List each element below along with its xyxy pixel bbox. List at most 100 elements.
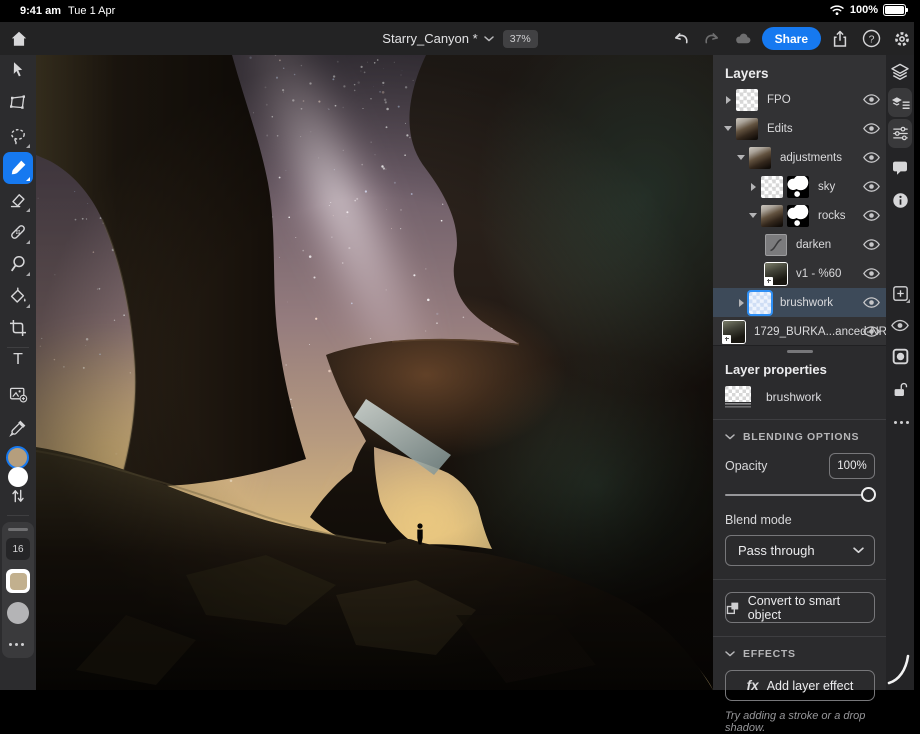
canvas[interactable] [36, 55, 713, 690]
panel-switcher-strip [886, 55, 914, 690]
smart-object-thumbnail [723, 321, 745, 343]
layers-panel-title: Layers [713, 55, 886, 85]
battery-icon [883, 4, 906, 16]
status-bar: 9:41 am Tue 1 Apr 100% [0, 0, 920, 22]
blending-options-header[interactable]: BLENDING OPTIONS [725, 431, 886, 443]
smart-object-icon [726, 601, 740, 615]
eraser-tool[interactable] [3, 185, 33, 215]
date: Tue 1 Apr [68, 5, 115, 17]
add-layer-effect-button[interactable]: fx Add layer effect [725, 670, 875, 701]
layer-row[interactable]: FPO [713, 85, 886, 114]
layer-properties-panel-button[interactable] [888, 88, 912, 117]
more-layer-options-button[interactable] [894, 421, 909, 424]
disclosure-icon[interactable] [723, 96, 733, 104]
blend-mode-label: Blend mode [725, 513, 886, 527]
add-layer-button[interactable] [889, 282, 911, 304]
opacity-slider[interactable] [725, 486, 875, 504]
layer-visibility-icon[interactable] [863, 180, 880, 193]
effects-header[interactable]: EFFECTS [725, 648, 886, 660]
corner-gesture-indicator [886, 650, 914, 686]
adjustments-panel-button[interactable] [888, 119, 912, 148]
place-image-tool[interactable] [3, 379, 33, 409]
brush-size-badge[interactable]: 16 [6, 538, 30, 560]
layer-thumbnail [749, 147, 771, 169]
layer-row[interactable]: darken [713, 230, 886, 259]
properties-title: Layer properties [725, 362, 886, 377]
layer-visibility-icon[interactable] [863, 93, 880, 106]
disclosure-icon[interactable] [748, 183, 758, 191]
panel-resize-handle[interactable] [787, 350, 813, 353]
brush-opacity-swatch[interactable] [7, 602, 29, 624]
layer-row[interactable]: sky [713, 172, 886, 201]
smart-object-thumbnail [765, 263, 787, 285]
type-tool[interactable]: T [3, 345, 33, 375]
convert-to-smart-object-button[interactable]: Convert to smart object [725, 592, 875, 623]
layers-panel-button[interactable] [889, 61, 911, 83]
add-mask-button[interactable] [889, 345, 911, 367]
divider [713, 579, 886, 580]
clock: 9:41 am [20, 5, 61, 17]
disclosure-icon[interactable] [736, 155, 746, 160]
settings-button[interactable] [890, 27, 914, 51]
brush-tool[interactable] [3, 152, 33, 184]
healing-brush-tool[interactable] [3, 217, 33, 247]
layer-visibility-icon[interactable] [863, 209, 880, 222]
layer-visibility-icon[interactable] [863, 238, 880, 251]
layers-panel: Layers FPO Edits adjustments sky rocks d… [713, 55, 886, 345]
lock-layer-button[interactable] [889, 379, 911, 401]
more-tool-options-button[interactable] [9, 643, 24, 646]
layer-visibility-button[interactable] [889, 314, 911, 336]
layer-row[interactable]: rocks [713, 201, 886, 230]
layer-mask-thumbnail [787, 176, 809, 198]
disclosure-icon[interactable] [723, 126, 733, 131]
lasso-select-tool[interactable] [3, 121, 33, 151]
fill-tool[interactable] [3, 281, 33, 311]
transform-tool[interactable] [3, 88, 33, 118]
eyedropper-tool[interactable] [3, 413, 33, 443]
brush-color-swatch[interactable] [6, 569, 30, 593]
crop-tool[interactable] [3, 313, 33, 343]
selected-layer-name: brushwork [766, 390, 821, 404]
dodge-burn-tool[interactable] [3, 249, 33, 279]
layer-row[interactable]: Edits [713, 114, 886, 143]
divider [713, 419, 886, 420]
share-button[interactable]: Share [762, 27, 821, 50]
layer-visibility-icon[interactable] [863, 151, 880, 164]
fx-icon: fx [747, 678, 759, 693]
export-button[interactable] [828, 27, 852, 51]
swap-colors-button[interactable] [3, 481, 33, 511]
adjustment-layer-thumbnail [765, 234, 787, 256]
layer-row-selected[interactable]: brushwork [713, 288, 886, 317]
redo-button[interactable] [700, 27, 724, 51]
info-button[interactable] [889, 189, 911, 211]
layer-visibility-icon[interactable] [863, 267, 880, 280]
move-tool[interactable] [3, 55, 33, 85]
layer-thumbnail [761, 205, 783, 227]
chevron-down-icon [725, 434, 735, 440]
document-title-menu[interactable]: Starry_Canyon * [382, 31, 493, 46]
layer-row[interactable]: v1 - %60 [713, 259, 886, 288]
undo-button[interactable] [669, 27, 693, 51]
zoom-level-badge[interactable]: 37% [503, 30, 538, 48]
layer-visibility-icon[interactable] [863, 325, 880, 338]
divider [713, 636, 886, 637]
layer-visibility-icon[interactable] [863, 122, 880, 135]
layer-thumbnail [736, 118, 758, 140]
wifi-icon [829, 4, 845, 16]
disclosure-icon[interactable] [736, 299, 746, 307]
layer-thumbnail [761, 176, 783, 198]
foreground-color-well[interactable] [6, 446, 29, 469]
layer-visibility-icon[interactable] [863, 296, 880, 309]
chevron-down-icon [853, 547, 864, 554]
layer-row[interactable]: 1729_BURKA...anced-NR33 [713, 317, 886, 346]
comments-button[interactable] [889, 157, 911, 179]
layer-row[interactable]: adjustments [713, 143, 886, 172]
help-button[interactable]: ? [859, 27, 883, 51]
opacity-value-field[interactable]: 100% [829, 453, 875, 479]
disclosure-icon[interactable] [748, 213, 758, 218]
cloud-sync-icon[interactable] [731, 27, 755, 51]
opacity-slider-handle[interactable] [861, 487, 876, 502]
selected-layer-thumbnail [725, 386, 751, 408]
blend-mode-dropdown[interactable]: Pass through [725, 535, 875, 566]
tool-options-handle[interactable] [8, 528, 28, 531]
